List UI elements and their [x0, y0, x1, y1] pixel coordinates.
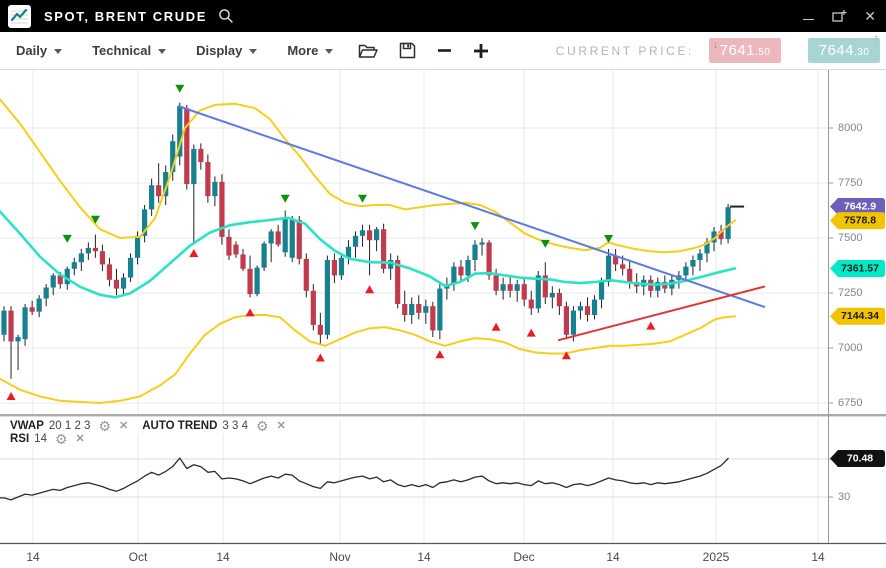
svg-text:7144.34: 7144.34: [841, 310, 879, 322]
rsi-indicator-name: RSI: [10, 433, 29, 445]
rsi-remove-icon[interactable]: ✕: [76, 432, 85, 445]
menu-daily[interactable]: Daily: [16, 43, 62, 58]
autotrend-settings-gear-icon[interactable]: ⚙: [256, 420, 269, 432]
floppy-disk-icon: [399, 42, 416, 59]
menu-more[interactable]: More: [287, 43, 333, 58]
bid-price-int: 7641: [720, 38, 755, 63]
ask-price-int: 7644: [819, 38, 854, 63]
chevron-down-icon: [249, 49, 257, 54]
svg-text:30: 30: [838, 491, 850, 503]
svg-text:7642.9: 7642.9: [844, 201, 876, 213]
bid-price-badge: ↓ 7641.50: [709, 38, 781, 63]
vwap-remove-icon[interactable]: ✕: [119, 419, 128, 432]
zoom-out-button[interactable]: [437, 43, 452, 58]
svg-text:7750: 7750: [838, 177, 862, 189]
svg-text:2025: 2025: [703, 550, 730, 564]
svg-text:14: 14: [811, 550, 825, 564]
menu-technical[interactable]: Technical: [92, 43, 166, 58]
autotrend-remove-icon[interactable]: ✕: [277, 419, 286, 432]
svg-text:Dec: Dec: [513, 550, 534, 564]
current-price-group: CURRENT PRICE: ↓ 7641.50 ↑ 7644.30: [556, 38, 886, 63]
page-title: SPOT, BRENT CRUDE: [44, 9, 207, 24]
chart-area: 800077507500725070006750703014Oct14Nov14…: [0, 70, 886, 568]
autotrend-indicator-name: AUTO TREND: [142, 420, 217, 432]
svg-text:7500: 7500: [838, 232, 862, 244]
chart-canvas[interactable]: 800077507500725070006750703014Oct14Nov14…: [0, 70, 886, 568]
ask-price-badge: ↑ 7644.30: [808, 38, 880, 63]
svg-text:8000: 8000: [838, 122, 862, 134]
svg-text:6750: 6750: [838, 397, 862, 409]
chevron-down-icon: [325, 49, 333, 54]
open-file-button[interactable]: [358, 43, 378, 59]
svg-text:14: 14: [26, 550, 40, 564]
titlebar: SPOT, BRENT CRUDE ✕: [0, 0, 886, 32]
toolbar: Daily Technical Display More: [0, 32, 886, 70]
svg-text:7361.57: 7361.57: [841, 262, 879, 274]
folder-open-icon: [358, 43, 378, 59]
bid-price-dec: .50: [755, 40, 770, 65]
menu-more-label: More: [287, 43, 318, 58]
zoom-in-button[interactable]: [473, 43, 489, 59]
search-icon[interactable]: [218, 8, 234, 24]
rsi-indicator-params: 14: [34, 433, 47, 445]
vwap-settings-gear-icon[interactable]: ⚙: [98, 420, 111, 432]
menu-display[interactable]: Display: [196, 43, 257, 58]
plus-icon: [473, 43, 489, 59]
ask-price-dec: .30: [854, 40, 869, 65]
chevron-down-icon: [54, 49, 62, 54]
app-logo-icon: [8, 5, 31, 28]
menu-display-label: Display: [196, 43, 242, 58]
minimize-button[interactable]: [803, 13, 814, 20]
rsi-settings-gear-icon[interactable]: ⚙: [55, 433, 68, 445]
rsi-label-row: RSI 14 ⚙ ✕: [5, 430, 90, 447]
toolbar-icons: [358, 42, 489, 59]
svg-text:Oct: Oct: [129, 550, 148, 564]
svg-text:14: 14: [216, 550, 230, 564]
window-controls: ✕: [803, 0, 876, 32]
menu-daily-label: Daily: [16, 43, 47, 58]
chevron-down-icon: [158, 49, 166, 54]
current-price-label: CURRENT PRICE:: [556, 44, 694, 58]
svg-text:7250: 7250: [838, 287, 862, 299]
menu-technical-label: Technical: [92, 43, 151, 58]
svg-text:7578.8: 7578.8: [844, 215, 876, 227]
app-window: { "titlebar": {"title": "SPOT, BRENT CRU…: [0, 0, 886, 568]
autotrend-indicator-params: 3 3 4: [222, 420, 248, 432]
svg-text:70.48: 70.48: [847, 453, 873, 465]
svg-text:14: 14: [417, 550, 431, 564]
minus-icon: [437, 43, 452, 58]
arrow-down-icon: ↓: [713, 41, 719, 51]
svg-text:7000: 7000: [838, 342, 862, 354]
restore-button[interactable]: [831, 9, 847, 24]
restore-icon: [831, 9, 847, 24]
close-icon: ✕: [864, 9, 876, 23]
svg-text:Nov: Nov: [329, 550, 350, 564]
close-button[interactable]: ✕: [864, 9, 876, 23]
arrow-up-icon: ↑: [874, 34, 880, 44]
minimize-icon: [803, 19, 814, 20]
svg-text:14: 14: [606, 550, 620, 564]
save-button[interactable]: [399, 42, 416, 59]
